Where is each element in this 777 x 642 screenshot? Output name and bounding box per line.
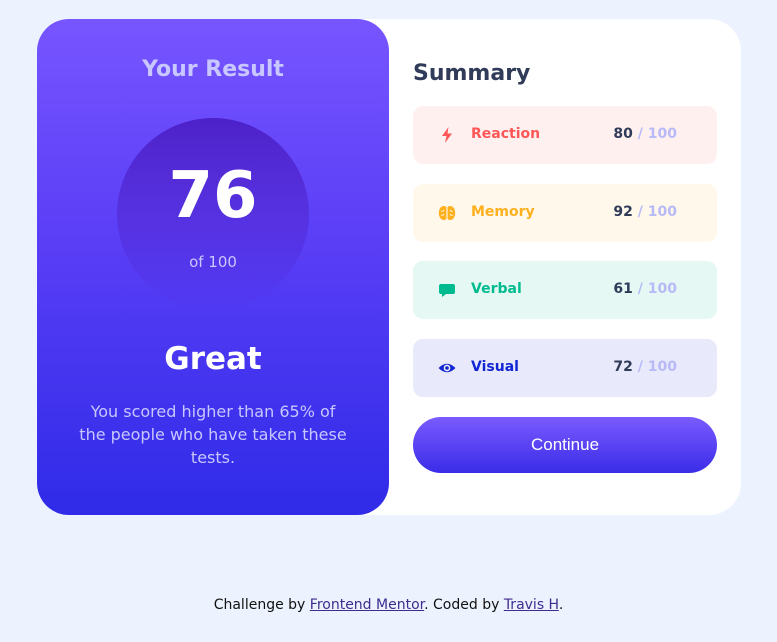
score-of-label: of 100: [189, 253, 237, 271]
score-number: 72: [613, 359, 633, 375]
summary-row-label: Verbal: [471, 281, 522, 297]
summary-row-score: 92 / 100: [613, 204, 677, 220]
summary-row-score: 72 / 100: [613, 359, 677, 375]
frontend-mentor-link[interactable]: Frontend Mentor: [310, 597, 424, 613]
summary-title: Summary: [413, 61, 531, 86]
score-number: 92: [613, 204, 633, 220]
result-grade: Great: [164, 341, 262, 377]
score-max: / 100: [632, 126, 677, 142]
summary-row-verbal: Verbal 61 / 100: [413, 261, 717, 319]
score-circle: 76 of 100: [117, 118, 309, 310]
score-number: 61: [613, 281, 633, 297]
summary-row-label: Memory: [471, 204, 535, 220]
score-max: / 100: [632, 204, 677, 220]
footer-middle: . Coded by: [424, 597, 504, 613]
footer-suffix: .: [558, 597, 564, 613]
brain-icon: [437, 203, 457, 223]
score-value: 76: [168, 159, 258, 233]
summary-row-score: 80 / 100: [613, 126, 677, 142]
score-max: / 100: [632, 281, 677, 297]
summary-row-memory: Memory 92 / 100: [413, 184, 717, 242]
eye-icon: [437, 358, 457, 378]
author-link[interactable]: Travis H: [504, 597, 559, 613]
attribution-footer: Challenge by Frontend Mentor. Coded by T…: [0, 597, 777, 613]
speech-bubble-icon: [437, 280, 457, 300]
summary-row-label: Reaction: [471, 126, 541, 142]
score-max: / 100: [632, 359, 677, 375]
results-card: Your Result 76 of 100 Great You scored h…: [37, 19, 741, 515]
summary-row-visual: Visual 72 / 100: [413, 339, 717, 397]
summary-row-score: 61 / 100: [613, 281, 677, 297]
summary-row-reaction: Reaction 80 / 100: [413, 106, 717, 164]
footer-prefix: Challenge by: [213, 597, 310, 613]
result-description: You scored higher than 65% of the people…: [79, 402, 347, 467]
result-title: Your Result: [142, 57, 284, 82]
score-number: 80: [613, 126, 633, 142]
summary-panel: Summary Reaction 80 / 100 Memory 92 / 10…: [413, 19, 717, 515]
continue-button[interactable]: Continue: [413, 417, 717, 473]
summary-row-label: Visual: [471, 359, 519, 375]
result-panel: Your Result 76 of 100 Great You scored h…: [37, 19, 389, 515]
lightning-icon: [437, 125, 457, 145]
